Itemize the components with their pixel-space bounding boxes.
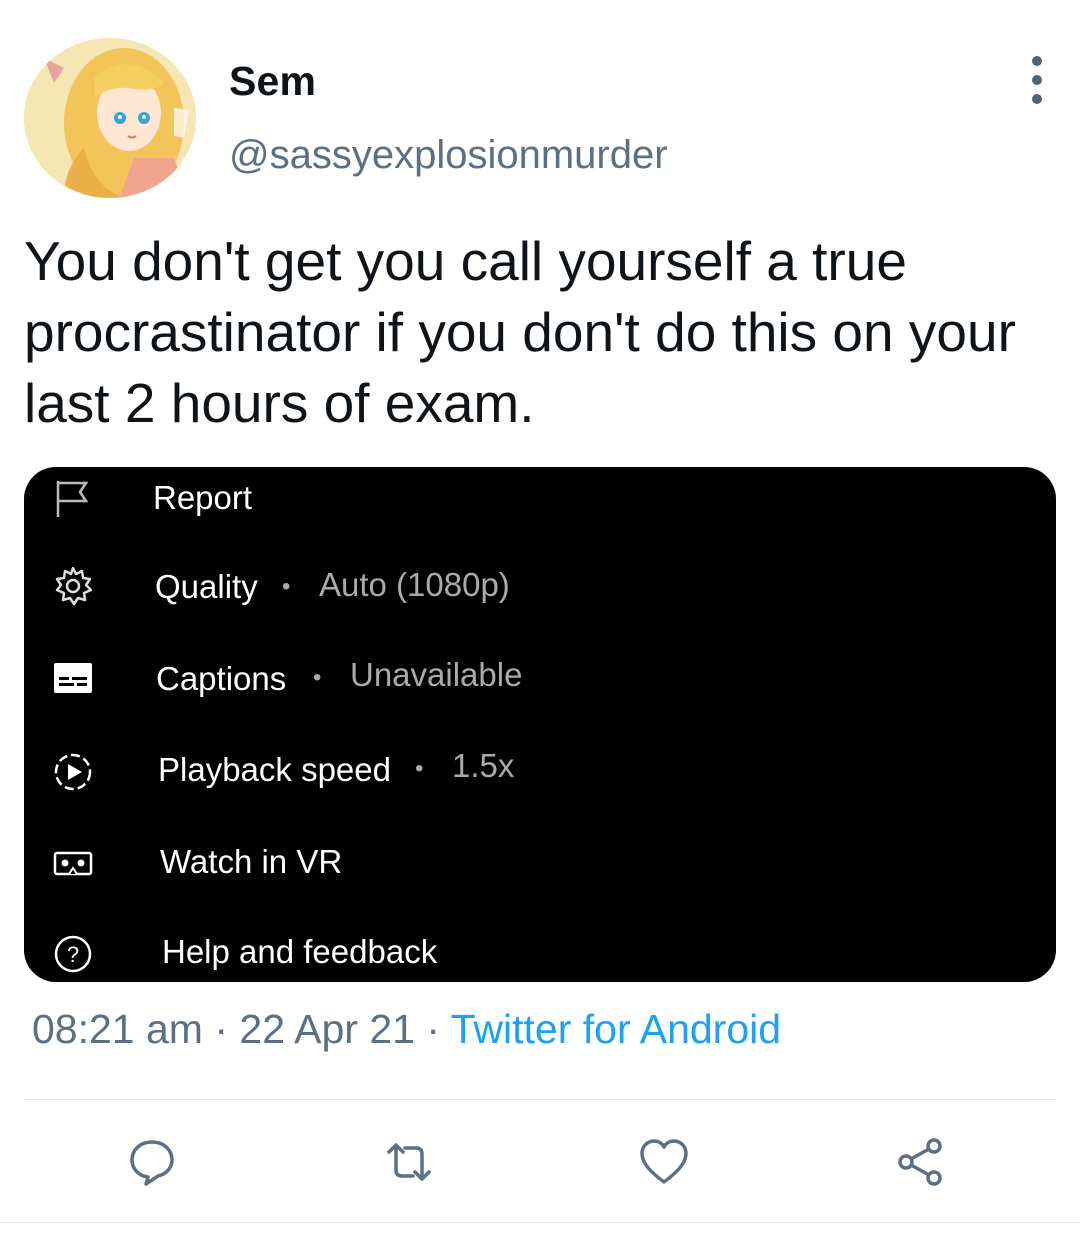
menu-item-help-and-feedback: ? Help and feedback xyxy=(24,919,1056,979)
avatar[interactable] xyxy=(24,38,196,198)
menu-separator: • xyxy=(415,755,424,782)
tweet-date: 22 Apr 21 xyxy=(239,1006,415,1052)
menu-item-watch-in-vr: Watch in VR xyxy=(24,829,1056,889)
reply-icon[interactable] xyxy=(126,1136,178,1188)
captions-icon xyxy=(52,657,94,699)
menu-item-captions: Captions • Unavailable xyxy=(24,648,1056,708)
gear-icon xyxy=(52,565,94,607)
divider xyxy=(0,1222,1080,1223)
help-icon: ? xyxy=(52,933,94,975)
menu-label: Report xyxy=(153,479,253,516)
more-dot xyxy=(1032,94,1042,104)
share-icon[interactable] xyxy=(894,1136,946,1188)
divider xyxy=(24,1099,1056,1100)
menu-label: Playback speed xyxy=(158,751,391,788)
menu-separator: • xyxy=(313,664,322,691)
more-dot xyxy=(1032,56,1042,66)
menu-item-report: Report xyxy=(24,467,1056,527)
tweet-source-link[interactable]: Twitter for Android xyxy=(451,1006,781,1052)
vr-icon xyxy=(52,842,94,884)
meta-separator: · xyxy=(414,1006,451,1052)
menu-label: Help and feedback xyxy=(162,933,438,970)
retweet-icon[interactable] xyxy=(383,1136,435,1188)
menu-label: Watch in VR xyxy=(160,843,343,880)
display-name[interactable]: Sem xyxy=(229,58,316,105)
playback-speed-icon xyxy=(52,751,94,793)
media-image[interactable]: Report Quality • Auto (1080p) Captions •… xyxy=(24,467,1056,982)
more-dot xyxy=(1032,75,1042,85)
menu-label: Captions xyxy=(156,660,287,697)
flag-icon xyxy=(52,477,94,519)
tweet-time: 08:21 am xyxy=(32,1006,203,1052)
menu-separator: • xyxy=(282,573,291,600)
like-icon[interactable] xyxy=(638,1136,690,1188)
menu-value: Unavailable xyxy=(350,656,523,693)
menu-value: Auto (1080p) xyxy=(319,566,510,603)
avatar-illustration xyxy=(24,38,196,198)
meta-separator: · xyxy=(202,1006,240,1052)
tweet-meta: 08:21 am · 22 Apr 21 · Twitter for Andro… xyxy=(32,1006,781,1053)
svg-text:?: ? xyxy=(67,942,79,967)
handle[interactable]: @sassyexplosionmurder xyxy=(229,133,668,178)
menu-item-playback-speed: Playback speed • 1.5x xyxy=(24,739,1056,799)
menu-value: 1.5x xyxy=(452,747,515,784)
menu-label: Quality xyxy=(155,568,258,605)
more-options-icon[interactable] xyxy=(1022,56,1052,104)
menu-item-quality: Quality • Auto (1080p) xyxy=(24,557,1056,617)
tweet-text: You don't get you call yourself a true p… xyxy=(24,230,1016,434)
